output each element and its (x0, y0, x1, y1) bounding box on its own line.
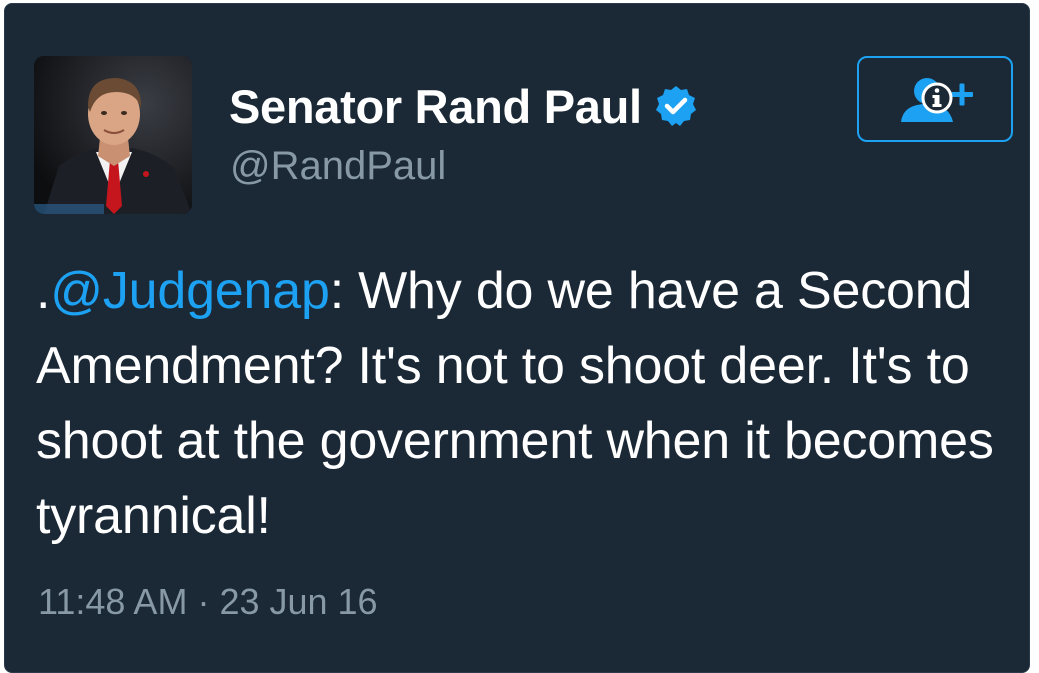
tweet-prefix: . (36, 262, 51, 320)
tweet-text: .@Judgenap: Why do we have a Second Amen… (36, 254, 1026, 554)
user-handle[interactable]: @RandPaul (230, 144, 446, 189)
tweet-card: Senator Rand Paul @RandPaul .@Judgenap: … (4, 3, 1030, 673)
mention-link[interactable]: @Judgenap (50, 262, 330, 320)
tweet-time: 11:48 AM (38, 581, 188, 622)
timestamp[interactable]: 11:48 AM · 23 Jun 16 (38, 581, 378, 623)
avatar[interactable] (34, 56, 192, 214)
display-name[interactable]: Senator Rand Paul (229, 74, 698, 138)
display-name-text: Senator Rand Paul (229, 79, 642, 133)
follow-button[interactable] (857, 56, 1013, 142)
add-user-icon (901, 78, 973, 122)
verified-badge-icon (655, 86, 696, 126)
timestamp-separator: · (187, 581, 220, 622)
tweet-date: 23 Jun 16 (219, 581, 378, 622)
